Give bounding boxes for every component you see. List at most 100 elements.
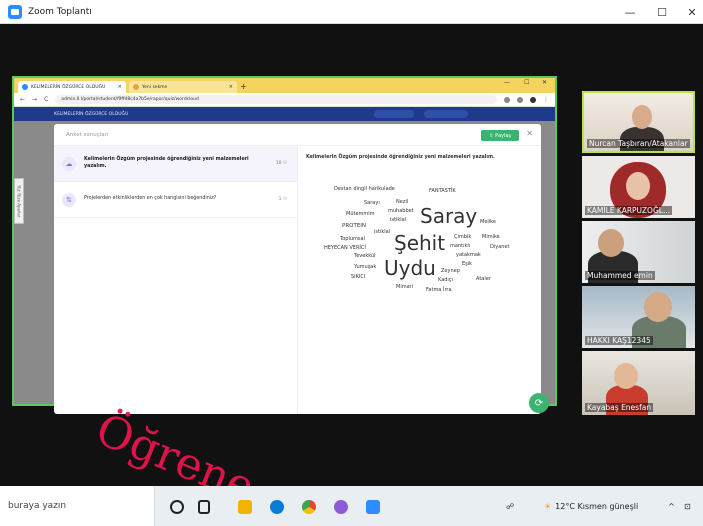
site-header-button[interactable] — [424, 110, 468, 118]
minimize-button[interactable]: — — [615, 0, 645, 24]
maximize-button[interactable]: ☐ — [647, 0, 677, 24]
file-explorer-icon[interactable] — [238, 500, 252, 514]
cloud-word: Saray — [420, 204, 478, 228]
chrome-icon[interactable] — [302, 500, 316, 514]
browser-close-icon[interactable]: ✕ — [542, 79, 547, 86]
question-list: ☁ Kelimelerin Özgüm projesinde öğrendiği… — [54, 146, 298, 414]
cloud-word: Mütemmim — [346, 211, 375, 217]
participant-tile[interactable]: Nurcan Taşbıran/Atakanlar — [582, 91, 695, 153]
participant-name: HAKKI KAŞ12345 — [585, 336, 653, 345]
refresh-icon: ⟳ — [534, 397, 544, 409]
browser-tab-bar: KELİMELERİN ÖZGÜRCE OLDUĞU × Yeni sekme … — [14, 78, 555, 93]
person-face — [632, 105, 652, 129]
tray-chevron-icon[interactable]: ^ — [668, 486, 675, 526]
participant-name: Nurcan Taşbıran/Atakanlar — [587, 139, 690, 148]
question-text: Projelerden etkinliklerden en çok hangis… — [84, 196, 217, 202]
cloud-word: muhabbet — [388, 208, 414, 214]
task-view-icon[interactable] — [198, 500, 210, 514]
share-icon: ⇪ — [488, 132, 494, 139]
question-item[interactable]: ⇅ Projelerden etkinliklerden en çok hang… — [54, 182, 297, 218]
cloud-word: Diyanet — [490, 244, 510, 250]
floating-action-button[interactable]: ⟳ — [529, 393, 549, 413]
tab-favicon-icon — [133, 84, 139, 90]
shared-screen: KELİMELERİN ÖZGÜRCE OLDUĞU × Yeni sekme … — [12, 76, 557, 414]
new-tab-button[interactable]: + — [240, 81, 247, 93]
cloud-word: Nezil — [396, 199, 409, 205]
zoom-logo-icon — [8, 4, 22, 19]
close-button[interactable]: ✕ — [677, 0, 703, 24]
share-button[interactable]: ⇪ Paylaş — [481, 130, 519, 141]
address-bar: ← → C admin.ll.l/portal/student/f9ffd8c4… — [14, 93, 555, 107]
tab-favicon-icon — [22, 84, 28, 90]
question-item[interactable]: ☁ Kelimelerin Özgüm projesinde öğrendiği… — [54, 146, 297, 182]
url-input[interactable]: admin.ll.l/portal/student/f9ffd8c4a7b5e/… — [55, 95, 497, 104]
side-settings-tab[interactable]: Yüz Yüze Ayarlar — [14, 178, 24, 224]
cortana-icon[interactable] — [170, 500, 184, 514]
tab-close-icon[interactable]: × — [229, 84, 233, 90]
poll-results-modal: Anket sonuçları ⇪ Paylaş ✕ ☁ Kelimelerin… — [54, 124, 541, 414]
reload-icon[interactable]: C — [44, 96, 48, 103]
browser-tab[interactable]: Yeni sekme × — [129, 81, 237, 93]
participant-tile[interactable]: KAMİLE KARPUZOĞL... — [582, 156, 695, 218]
cloud-word: Fatma İrra — [426, 287, 452, 293]
back-icon[interactable]: ← — [20, 96, 25, 103]
participant-name: Muhammed emin — [585, 271, 655, 280]
browser-tab-active[interactable]: KELİMELERİN ÖZGÜRCE OLDUĞU × — [18, 81, 126, 93]
window-title: Zoom Toplantı — [28, 6, 92, 17]
participant-tile[interactable]: Muhammed emin — [582, 221, 695, 283]
cloud-word: Şehit — [394, 231, 446, 255]
response-count: 10 ⚇ — [275, 161, 287, 166]
tab-close-icon[interactable]: × — [118, 84, 122, 90]
people-icon[interactable]: ☍ — [506, 486, 514, 526]
participant-tile[interactable]: HAKKI KAŞ12345 — [582, 286, 695, 348]
profile-icon[interactable] — [530, 96, 536, 103]
zoom-taskbar-icon[interactable] — [366, 500, 380, 514]
edge-icon[interactable] — [270, 500, 284, 514]
weather-sun-icon: ☀ — [544, 501, 552, 511]
cloud-word: FANTASTİK — [429, 188, 456, 194]
cloud-word: Destan dingil harikulade — [334, 186, 395, 192]
person-face — [644, 292, 672, 322]
cloud-word: mantıklı — [450, 243, 471, 249]
weather-widget[interactable]: ☀ 12°C Kısmen güneşli — [544, 486, 638, 526]
share-label: Paylaş — [495, 132, 512, 139]
cloud-word: Toplumsal — [340, 236, 365, 242]
cloud-word: Ataler — [476, 276, 491, 282]
cloud-word: HEYECAN VERİCİ — [324, 245, 366, 251]
sort-icon: ⇅ — [62, 192, 76, 207]
cloud-word: Melike — [480, 219, 496, 225]
cloud-word: Mimari — [396, 284, 414, 290]
result-title: Kelimelerin Özgüm projesinde öğrendiğini… — [306, 155, 495, 160]
cloud-word: Mimike — [482, 234, 500, 240]
bookmark-icon[interactable] — [517, 96, 523, 103]
cloud-word: Zeynep — [441, 268, 460, 274]
menu-icon[interactable]: ⋮ — [543, 96, 549, 103]
cloud-word: Kadıçı — [438, 277, 453, 283]
browser-minimize-icon[interactable]: — — [504, 79, 510, 86]
forward-icon[interactable]: → — [32, 96, 37, 103]
app-icon[interactable] — [334, 500, 348, 514]
cloud-word: Tevekkül — [354, 253, 376, 259]
cloud-word: istiklal — [390, 217, 407, 223]
site-title: KELİMELERİN ÖZGÜRCE OLDUĞU — [54, 111, 129, 117]
browser-maximize-icon[interactable]: ☐ — [524, 79, 529, 86]
network-icon[interactable]: ⊡ — [684, 486, 691, 526]
extension-icon[interactable] — [504, 96, 510, 103]
cloud-word: Çimbik — [454, 234, 472, 240]
participant-tile[interactable]: Kayabaş Enesfan — [582, 351, 695, 415]
cloud-word: Uydu — [384, 256, 436, 280]
person-face — [598, 229, 624, 257]
person-face — [626, 172, 650, 200]
site-header: KELİMELERİN ÖZGÜRCE OLDUĞU — [14, 107, 555, 121]
participant-name: Kayabaş Enesfan — [585, 403, 654, 412]
cloud-word: Eşik — [462, 261, 473, 267]
cloud-word: Yumuşak — [354, 264, 377, 270]
cloud-word: yatakmak — [456, 252, 481, 258]
site-header-button[interactable] — [374, 110, 414, 118]
response-count: 1 ⚇ — [278, 197, 287, 202]
taskbar-search-input[interactable]: buraya yazın — [0, 486, 155, 526]
zoom-title-bar: Zoom Toplantı — ☐ ✕ — [0, 0, 703, 24]
modal-close-icon[interactable]: ✕ — [526, 129, 533, 138]
weather-text: 12°C Kısmen güneşli — [555, 501, 639, 511]
question-text: Kelimelerin Özgüm projesinde öğrendiğini… — [84, 157, 249, 169]
